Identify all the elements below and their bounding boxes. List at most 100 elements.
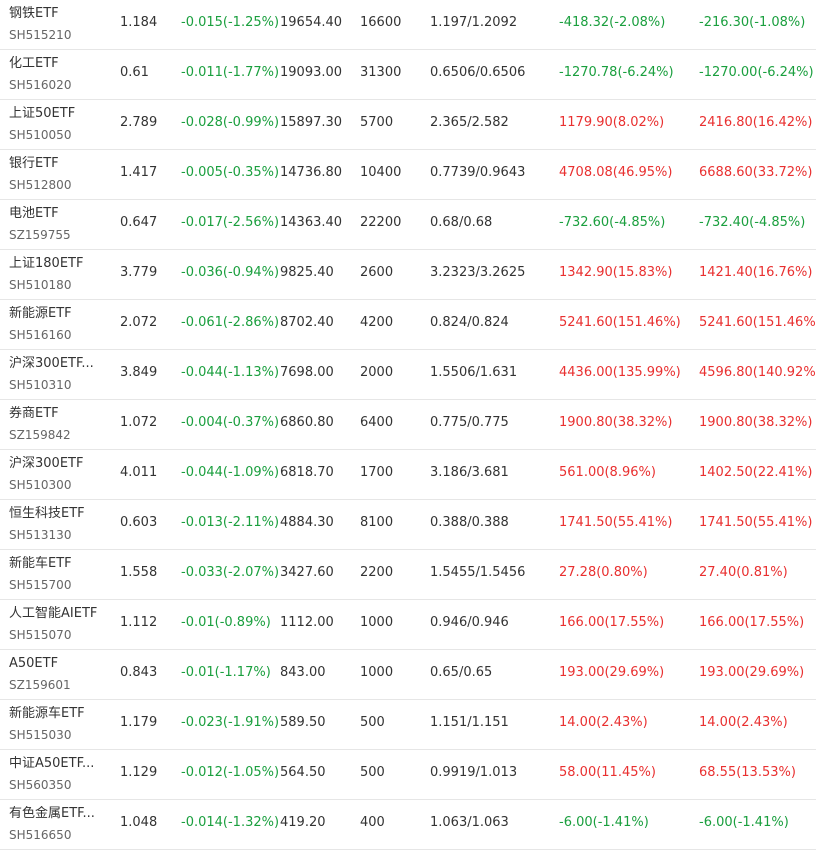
- current-price: 3.779: [120, 265, 158, 280]
- holding-pnl: 68.55(13.53%): [699, 765, 796, 780]
- current-price: 1.129: [120, 765, 158, 780]
- current-price: 2.072: [120, 315, 158, 330]
- holding-row[interactable]: 新能源车ETF SH515030 1.179 -0.023(-1.91%) 58…: [0, 700, 816, 750]
- fund-code: SH515210: [9, 28, 72, 42]
- position-pnl: 4708.08(46.95%): [559, 165, 673, 180]
- fund-name[interactable]: 人工智能AIETF: [9, 606, 97, 622]
- cost-price: 0.6506/0.6506: [430, 65, 526, 80]
- holding-row[interactable]: 中证A50ETF... SH560350 1.129 -0.012(-1.05%…: [0, 750, 816, 800]
- cost-price: 2.365/2.582: [430, 115, 509, 130]
- position-pnl: -6.00(-1.41%): [559, 815, 649, 830]
- fund-name[interactable]: 中证A50ETF...: [9, 756, 94, 772]
- price-change: -0.017(-2.56%): [181, 215, 280, 230]
- holding-pnl: 1402.50(22.41%): [699, 465, 813, 480]
- current-price: 1.184: [120, 15, 158, 30]
- position-pnl: -732.60(-4.85%): [559, 215, 666, 230]
- holding-quantity: 500: [360, 715, 385, 730]
- position-pnl: 193.00(29.69%): [559, 665, 665, 680]
- market-value: 589.50: [280, 715, 326, 730]
- holding-pnl: -6.00(-1.41%): [699, 815, 789, 830]
- holding-quantity: 5700: [360, 115, 394, 130]
- current-price: 0.603: [120, 515, 158, 530]
- holding-row[interactable]: 恒生科技ETF SH513130 0.603 -0.013(-2.11%) 48…: [0, 500, 816, 550]
- current-price: 1.417: [120, 165, 158, 180]
- holding-row[interactable]: 化工ETF SH516020 0.61 -0.011(-1.77%) 19093…: [0, 50, 816, 100]
- holding-row[interactable]: A50ETF SZ159601 0.843 -0.01(-1.17%) 843.…: [0, 650, 816, 700]
- current-price: 1.048: [120, 815, 158, 830]
- fund-name[interactable]: 沪深300ETF: [9, 456, 83, 472]
- holding-pnl: 14.00(2.43%): [699, 715, 788, 730]
- price-change: -0.033(-2.07%): [181, 565, 280, 580]
- fund-code: SH515700: [9, 578, 72, 592]
- holding-row[interactable]: 人工智能AIETF SH515070 1.112 -0.01(-0.89%) 1…: [0, 600, 816, 650]
- fund-name[interactable]: 电池ETF: [9, 206, 59, 222]
- holding-quantity: 8100: [360, 515, 394, 530]
- current-price: 4.011: [120, 465, 158, 480]
- price-change: -0.005(-0.35%): [181, 165, 280, 180]
- holding-quantity: 1000: [360, 665, 394, 680]
- holding-row[interactable]: 有色金属ETF... SH516650 1.048 -0.014(-1.32%)…: [0, 800, 816, 850]
- holding-row[interactable]: 新能源ETF SH516160 2.072 -0.061(-2.86%) 870…: [0, 300, 816, 350]
- fund-name[interactable]: 化工ETF: [9, 56, 59, 72]
- fund-name[interactable]: 券商ETF: [9, 406, 59, 422]
- market-value: 419.20: [280, 815, 326, 830]
- market-value: 9825.40: [280, 265, 334, 280]
- holding-row[interactable]: 沪深300ETF SH510300 4.011 -0.044(-1.09%) 6…: [0, 450, 816, 500]
- fund-name[interactable]: 沪深300ETF...: [9, 356, 94, 372]
- fund-code: SH512800: [9, 178, 72, 192]
- holding-quantity: 4200: [360, 315, 394, 330]
- price-change: -0.01(-0.89%): [181, 615, 271, 630]
- holding-quantity: 6400: [360, 415, 394, 430]
- holding-row[interactable]: 新能车ETF SH515700 1.558 -0.033(-2.07%) 342…: [0, 550, 816, 600]
- holding-pnl: 193.00(29.69%): [699, 665, 805, 680]
- position-pnl: 561.00(8.96%): [559, 465, 656, 480]
- price-change: -0.012(-1.05%): [181, 765, 280, 780]
- fund-name[interactable]: 钢铁ETF: [9, 6, 59, 22]
- fund-name[interactable]: 新能源车ETF: [9, 706, 85, 722]
- market-value: 19093.00: [280, 65, 343, 80]
- holding-row[interactable]: 沪深300ETF... SH510310 3.849 -0.044(-1.13%…: [0, 350, 816, 400]
- fund-name[interactable]: 银行ETF: [9, 156, 59, 172]
- market-value: 19654.40: [280, 15, 343, 30]
- position-pnl: 5241.60(151.46%): [559, 315, 681, 330]
- current-price: 1.112: [120, 615, 158, 630]
- cost-price: 0.65/0.65: [430, 665, 493, 680]
- market-value: 3427.60: [280, 565, 334, 580]
- holding-row[interactable]: 上证180ETF SH510180 3.779 -0.036(-0.94%) 9…: [0, 250, 816, 300]
- fund-code: SH510310: [9, 378, 72, 392]
- holding-row[interactable]: 券商ETF SZ159842 1.072 -0.004(-0.37%) 6860…: [0, 400, 816, 450]
- market-value: 6860.80: [280, 415, 334, 430]
- price-change: -0.044(-1.13%): [181, 365, 280, 380]
- position-pnl: 166.00(17.55%): [559, 615, 665, 630]
- current-price: 0.61: [120, 65, 149, 80]
- holding-pnl: 6688.60(33.72%): [699, 165, 813, 180]
- holding-row[interactable]: 银行ETF SH512800 1.417 -0.005(-0.35%) 1473…: [0, 150, 816, 200]
- market-value: 8702.40: [280, 315, 334, 330]
- position-pnl: 58.00(11.45%): [559, 765, 656, 780]
- fund-code: SH560350: [9, 778, 72, 792]
- holding-row[interactable]: 钢铁ETF SH515210 1.184 -0.015(-1.25%) 1965…: [0, 0, 816, 50]
- fund-name[interactable]: 新能源ETF: [9, 306, 72, 322]
- position-pnl: 1179.90(8.02%): [559, 115, 665, 130]
- fund-code: SH513130: [9, 528, 72, 542]
- fund-code: SH510300: [9, 478, 72, 492]
- price-change: -0.036(-0.94%): [181, 265, 280, 280]
- price-change: -0.023(-1.91%): [181, 715, 280, 730]
- market-value: 14736.80: [280, 165, 343, 180]
- holding-pnl: -1270.00(-6.24%): [699, 65, 814, 80]
- holding-row[interactable]: 上证50ETF SH510050 2.789 -0.028(-0.99%) 15…: [0, 100, 816, 150]
- fund-name[interactable]: 恒生科技ETF: [9, 506, 85, 522]
- position-pnl: 1900.80(38.32%): [559, 415, 673, 430]
- cost-price: 3.186/3.681: [430, 465, 509, 480]
- holding-row[interactable]: 电池ETF SZ159755 0.647 -0.017(-2.56%) 1436…: [0, 200, 816, 250]
- fund-name[interactable]: 上证180ETF: [9, 256, 83, 272]
- holding-quantity: 10400: [360, 165, 402, 180]
- cost-price: 0.775/0.775: [430, 415, 509, 430]
- cost-price: 0.68/0.68: [430, 215, 493, 230]
- price-change: -0.014(-1.32%): [181, 815, 280, 830]
- fund-name[interactable]: A50ETF: [9, 656, 58, 672]
- fund-name[interactable]: 新能车ETF: [9, 556, 72, 572]
- fund-name[interactable]: 上证50ETF: [9, 106, 75, 122]
- position-pnl: 27.28(0.80%): [559, 565, 648, 580]
- fund-name[interactable]: 有色金属ETF...: [9, 806, 95, 822]
